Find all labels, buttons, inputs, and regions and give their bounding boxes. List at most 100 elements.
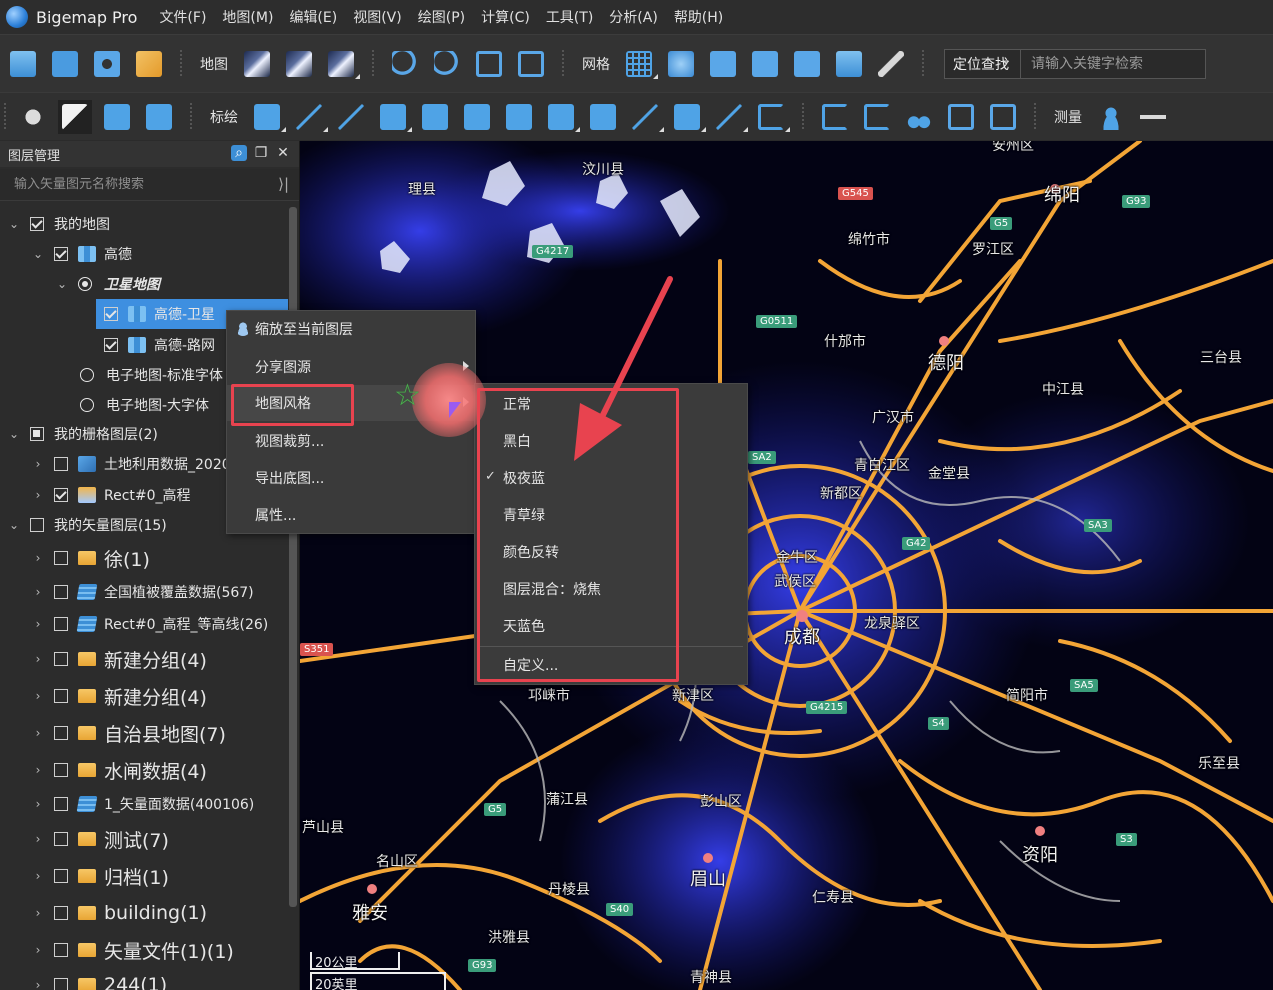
tree-row-new-group-2[interactable]: › 新建分组(4) [32,681,207,711]
menu-help[interactable]: 帮助(H) [674,7,723,27]
list-button[interactable] [944,100,978,134]
layer-checkbox[interactable] [54,551,68,565]
chevron-right-icon[interactable]: › [32,653,44,665]
tree-row-autonomous[interactable]: › 自治县地图(7) [32,718,226,748]
tree-row-244[interactable]: › 244(1) [32,970,167,990]
tree-row-archive[interactable]: › 归档(1) [32,861,169,891]
measure-distance-button[interactable] [1136,100,1170,134]
layer-checkbox[interactable] [54,978,68,990]
full-screen-button[interactable] [514,47,548,81]
chevron-right-icon[interactable]: › [32,944,44,956]
collapse-icon[interactable]: ⟩| [278,175,289,193]
layer-checkbox[interactable] [54,488,68,502]
menu-properties[interactable]: 属性... [227,497,475,533]
lnglat-grid-button[interactable] [664,47,698,81]
open-button[interactable] [6,47,40,81]
layer-checkbox[interactable] [54,763,68,777]
sector-button[interactable] [586,100,620,134]
measure-point-button[interactable] [1094,100,1128,134]
layer-radio[interactable] [80,368,94,382]
chevron-right-icon[interactable]: › [32,727,44,739]
layer-checkbox[interactable] [30,427,44,441]
layer-checkbox[interactable] [54,585,68,599]
tree-row-my-map[interactable]: ⌄ 我的地图 [8,209,110,239]
tree-row-emap-standard[interactable]: 电子地图-标准字体 [80,360,223,390]
tree-row-gaode[interactable]: ⌄ 高德 [32,239,132,269]
polygon-button[interactable] [418,100,452,134]
pentagon-button[interactable] [502,100,536,134]
chevron-right-icon[interactable]: › [32,798,44,810]
chevron-down-icon[interactable]: ⌄ [56,278,68,290]
tree-row-satellite[interactable]: ⌄ 卫星地图 [56,269,160,299]
tree-row-vector[interactable]: ⌄ 我的矢量图层(15) [8,510,167,540]
tree-row-raster[interactable]: ⌄ 我的栅格图层(2) [8,419,158,449]
box-select-button[interactable] [100,100,134,134]
menu-analysis[interactable]: 分析(A) [609,7,658,27]
chevron-right-icon[interactable]: › [32,586,44,598]
undo-button[interactable] [818,100,852,134]
map-canvas[interactable]: 汶川县 理县 绵阳 绵竹市 罗江区 什邡市 德阳 中江县 三台县 广汉市 青白江… [300,141,1273,990]
chevron-down-icon[interactable]: ⌄ [8,218,20,230]
chevron-down-icon[interactable]: ⌄ [8,519,20,531]
square-button[interactable] [460,100,494,134]
chevron-right-icon[interactable]: › [32,833,44,845]
layer-checkbox[interactable] [54,943,68,957]
chevron-right-icon[interactable]: › [32,979,44,990]
tree-row-vegetation[interactable]: › 全国植被覆盖数据(567) [32,577,254,607]
tree-row-new-group-1[interactable]: › 新建分组(4) [32,644,207,674]
pan-button[interactable] [16,100,50,134]
nm-grid-button[interactable] [748,47,782,81]
tree-row-test[interactable]: › 测试(7) [32,824,169,854]
hook-button[interactable] [754,100,790,134]
km-grid-button[interactable] [706,47,740,81]
line-button[interactable] [292,100,328,134]
layer-checkbox[interactable] [104,307,118,321]
arrow-button[interactable] [712,100,748,134]
chevron-down-icon[interactable]: ⌄ [8,428,20,440]
menu-file[interactable]: 文件(F) [159,7,206,27]
layer-checkbox[interactable] [54,689,68,703]
chevron-right-icon[interactable]: › [32,870,44,882]
menu-export-basemap[interactable]: 导出底图... [227,460,475,496]
mgrs-grid-button[interactable] [790,47,824,81]
layer-radio[interactable] [80,398,94,412]
text-button[interactable] [670,100,706,134]
layer-checkbox[interactable] [54,652,68,666]
basemap-dropdown-button[interactable] [324,47,360,81]
chevron-down-icon[interactable]: ⌄ [32,248,44,260]
tree-row-polygon-data[interactable]: › 1_矢量面数据(400106) [32,789,254,819]
close-icon[interactable]: ✕ [275,145,291,161]
zoom-extent-button[interactable] [472,47,506,81]
layer-checkbox[interactable] [54,832,68,846]
tree-row-vector-file[interactable]: › 矢量文件(1)(1) [32,935,234,965]
menu-compute[interactable]: 计算(C) [481,7,530,27]
cut-button[interactable] [902,100,936,134]
tree-row-building[interactable]: › building(1) [32,898,207,928]
chevron-right-icon[interactable]: › [32,907,44,919]
curve-button[interactable] [334,100,368,134]
chevron-right-icon[interactable]: › [32,458,44,470]
layer-checkbox[interactable] [30,518,44,532]
chevron-right-icon[interactable]: › [32,764,44,776]
restore-icon[interactable]: ❐ [253,145,269,161]
layer-search-input[interactable] [14,177,254,192]
tree-row-emap-large[interactable]: 电子地图-大字体 [80,390,209,420]
layer-checkbox[interactable] [54,617,68,631]
image-button[interactable] [132,47,166,81]
menu-map[interactable]: 地图(M) [222,7,273,27]
chevron-right-icon[interactable]: › [32,618,44,630]
menu-view[interactable]: 视图(V) [353,7,402,27]
layer-checkbox[interactable] [54,797,68,811]
circle-button[interactable] [544,100,580,134]
basemap-button-1[interactable] [240,47,274,81]
settings-button[interactable] [90,47,124,81]
menu-edit[interactable]: 编辑(E) [289,7,337,27]
poly-select-button[interactable] [142,100,176,134]
tree-row-landuse[interactable]: › 土地利用数据_2020 [32,449,231,479]
rectangle-button[interactable] [376,100,412,134]
clear-button[interactable] [874,47,908,81]
search-mode-dropdown[interactable]: 定位查找 [945,49,1021,78]
basemap-button-2[interactable] [282,47,316,81]
grid-button[interactable] [622,47,658,81]
chevron-right-icon[interactable]: › [32,552,44,564]
